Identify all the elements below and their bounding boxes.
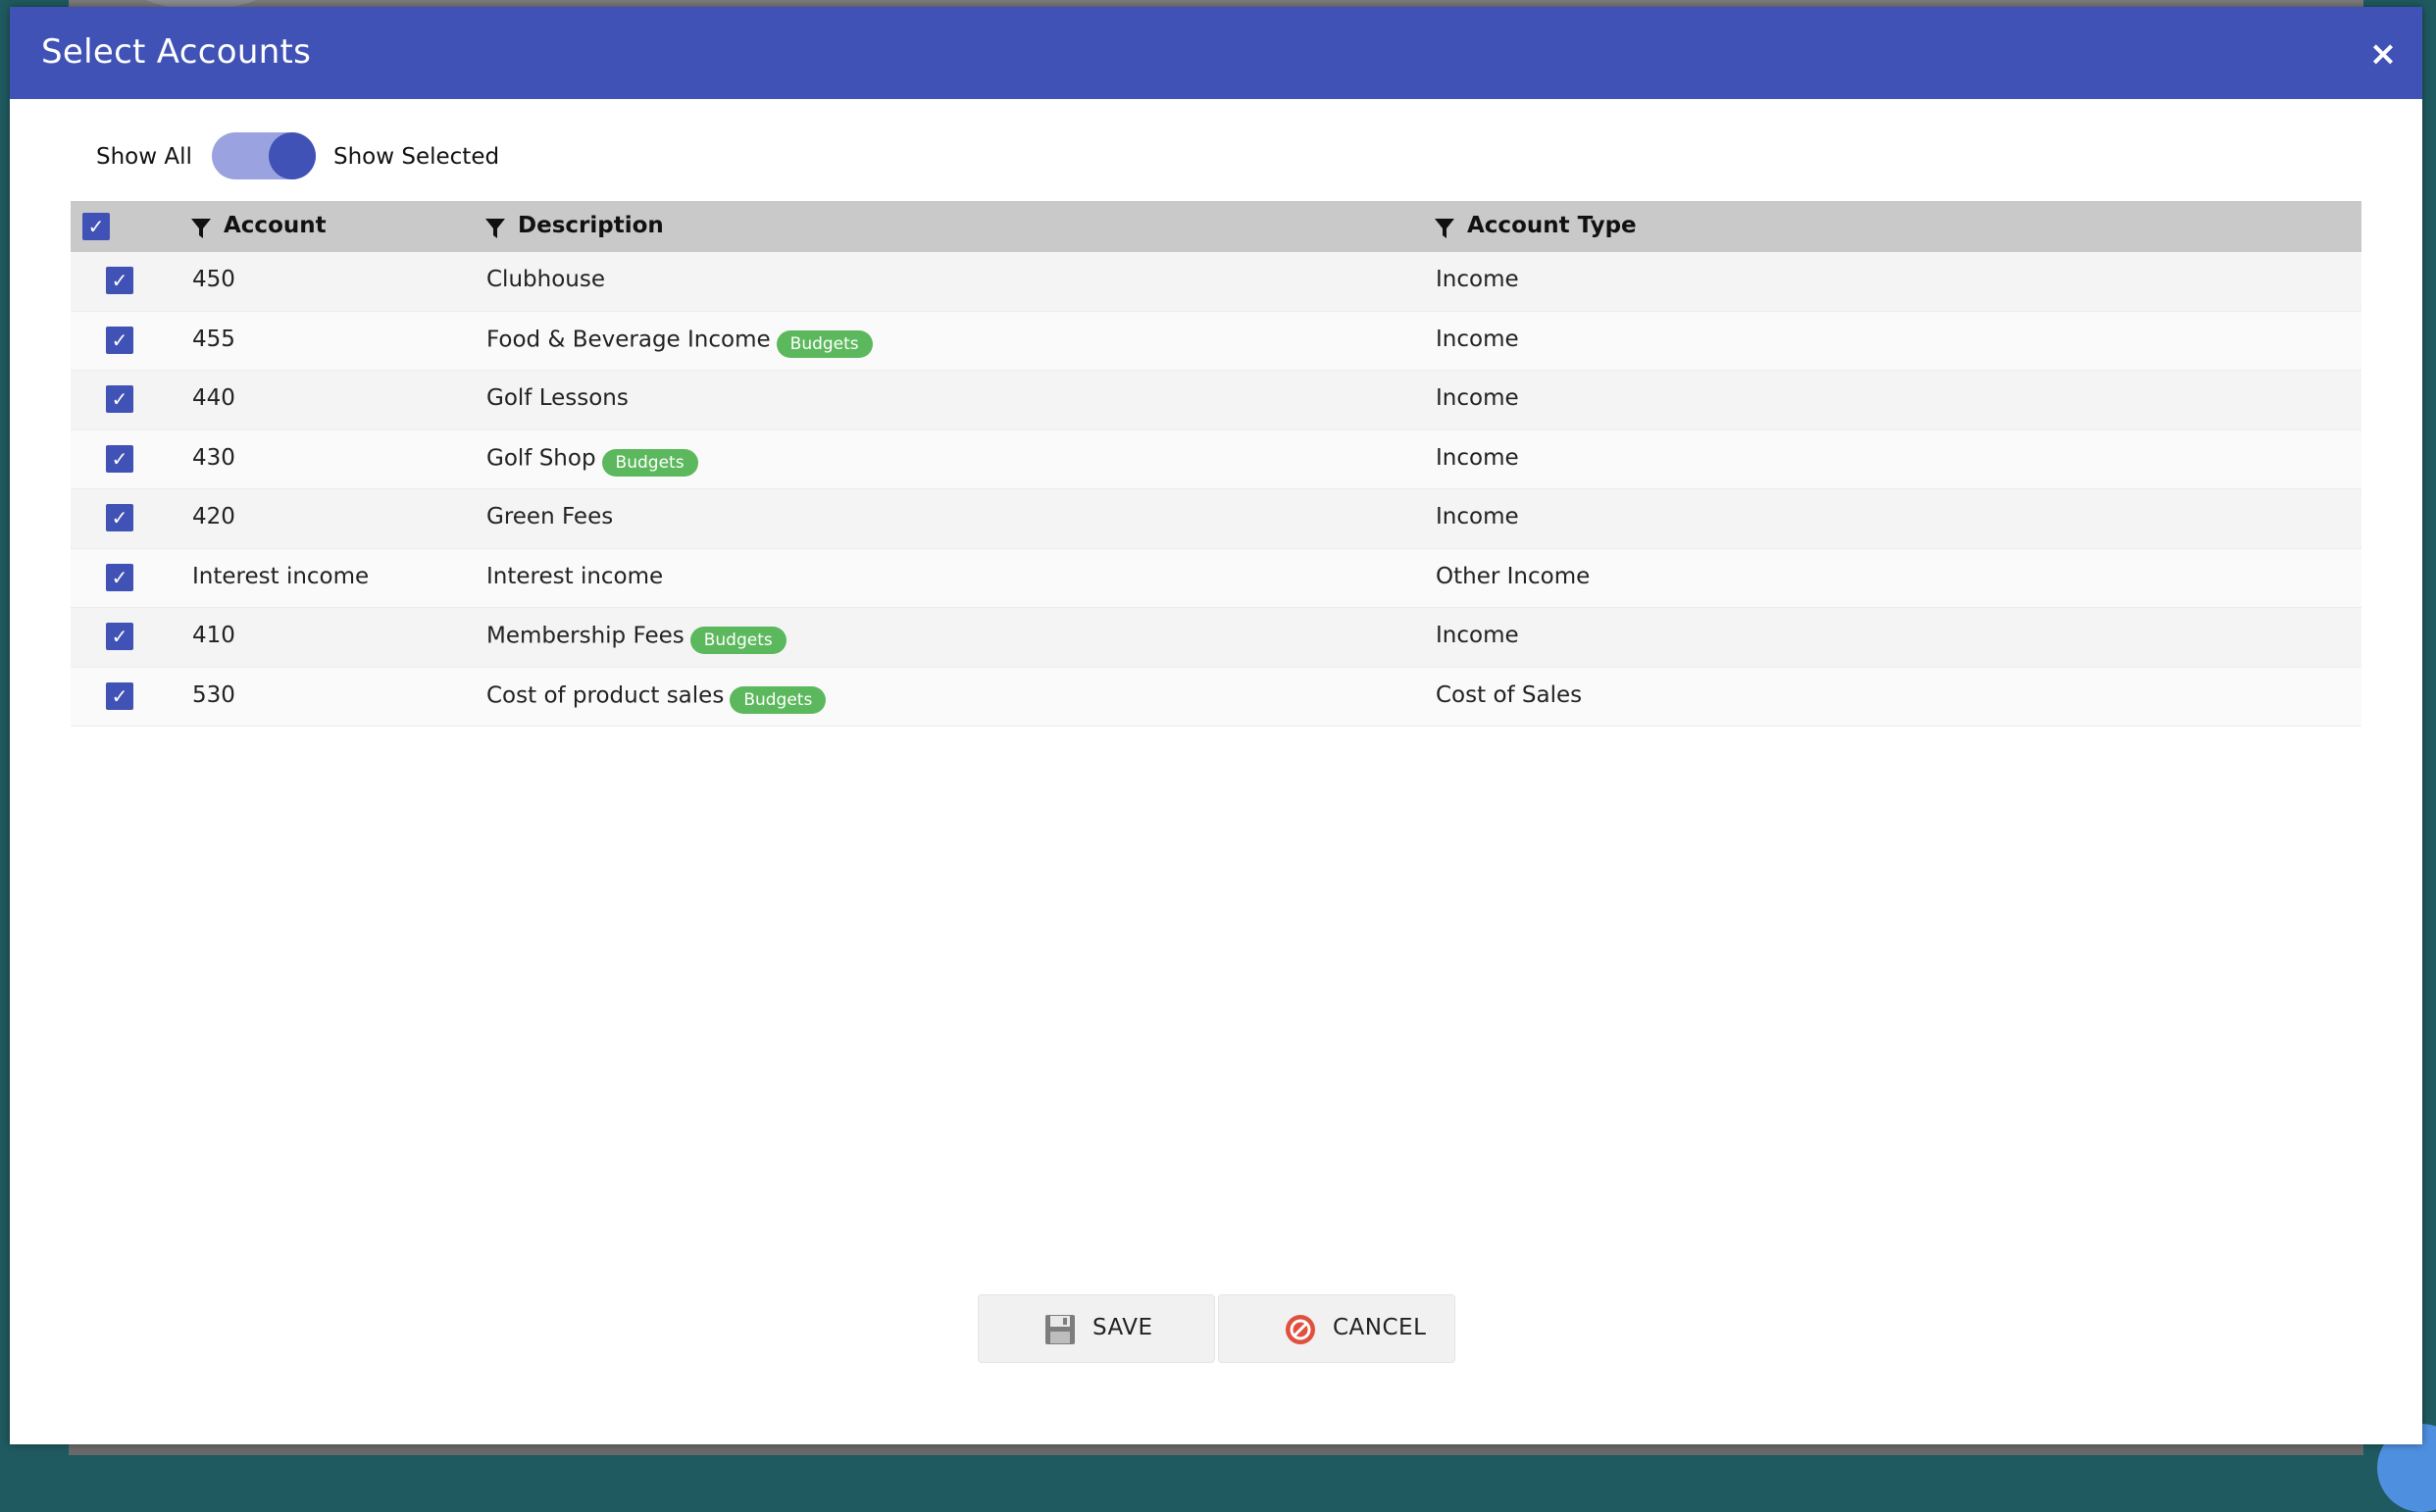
table-row[interactable]: ✓ 455 Food & Beverage Income Budgets Inco…	[71, 311, 2361, 371]
description-cell: Food & Beverage Income Budgets	[486, 327, 873, 358]
description-text: Clubhouse	[486, 267, 605, 292]
row-checkbox[interactable]: ✓	[106, 681, 133, 710]
description-text: Food & Beverage Income	[486, 327, 771, 352]
account-type-cell: Income	[1436, 504, 1519, 529]
table-header-row: ✓ Account Description Account Type	[71, 201, 2361, 252]
account-type-cell: Income	[1436, 623, 1519, 648]
table-row[interactable]: ✓ 530 Cost of product sales Budgets Cost …	[71, 667, 2361, 727]
filter-icon[interactable]	[1434, 217, 1455, 240]
cancel-button[interactable]: CANCEL	[1218, 1294, 1455, 1363]
row-checkbox[interactable]: ✓	[106, 267, 133, 294]
description-cell: Golf Shop Budgets	[486, 445, 698, 477]
description-cell: Clubhouse	[486, 267, 605, 292]
account-cell: 410	[192, 623, 235, 648]
table-row[interactable]: ✓ 420 Green Fees Income	[71, 489, 2361, 549]
column-header-account[interactable]: Account	[224, 213, 327, 238]
description-text: Golf Shop	[486, 445, 596, 471]
row-checkbox[interactable]: ✓	[106, 385, 133, 413]
filter-icon[interactable]	[484, 217, 506, 240]
row-checkbox[interactable]: ✓	[106, 563, 133, 591]
account-cell: 440	[192, 385, 235, 411]
select-accounts-dialog: Select Accounts × Show All Show Selected…	[10, 7, 2422, 1444]
toggle-knob[interactable]	[269, 132, 316, 179]
filter-icon[interactable]	[190, 217, 212, 240]
select-all-checkbox[interactable]: ✓	[82, 213, 110, 240]
show-selected-label[interactable]: Show Selected	[333, 144, 499, 170]
account-cell: 420	[192, 504, 235, 529]
account-cell: 430	[192, 444, 235, 471]
floppy-disk-icon	[1045, 1315, 1075, 1344]
description-text: Green Fees	[486, 504, 614, 529]
account-type-cell: Income	[1436, 267, 1519, 292]
cancel-button-label: CANCEL	[1333, 1315, 1427, 1340]
show-selected-toggle[interactable]	[212, 132, 316, 179]
description-text: Membership Fees	[486, 623, 685, 649]
row-checkbox[interactable]: ✓	[106, 504, 133, 531]
show-all-label[interactable]: Show All	[96, 144, 192, 170]
table-row[interactable]: ✓ 450 Clubhouse Income	[71, 252, 2361, 312]
description-cell: Cost of product sales Budgets	[486, 682, 827, 714]
description-cell: Membership Fees Budgets	[486, 623, 787, 654]
table-row[interactable]: ✓ 430 Golf Shop Budgets Income	[71, 429, 2361, 489]
description-text: Golf Lessons	[486, 385, 629, 411]
account-cell: 530	[192, 681, 235, 708]
save-button[interactable]: SAVE	[978, 1294, 1215, 1363]
account-cell: Interest income	[192, 563, 370, 589]
account-cell: 450	[192, 267, 235, 292]
row-checkbox[interactable]: ✓	[106, 444, 133, 473]
description-cell: Interest income	[486, 564, 663, 589]
table-row[interactable]: ✓ 410 Membership Fees Budgets Income	[71, 608, 2361, 668]
column-header-description[interactable]: Description	[518, 213, 664, 238]
account-type-cell: Income	[1436, 444, 1519, 471]
dialog-title: Select Accounts	[41, 32, 312, 72]
description-cell: Green Fees	[486, 504, 613, 529]
dialog-header: Select Accounts ×	[10, 7, 2422, 99]
table-row[interactable]: ✓ 440 Golf Lessons Income	[71, 371, 2361, 430]
accounts-table: ✓ Account Description Account Type ✓ 450…	[71, 201, 2361, 727]
account-type-cell: Income	[1436, 385, 1519, 411]
description-cell: Golf Lessons	[486, 385, 629, 411]
account-cell: 455	[192, 326, 235, 352]
row-checkbox[interactable]: ✓	[106, 326, 133, 354]
budgets-badge: Budgets	[689, 627, 787, 654]
budgets-badge: Budgets	[730, 685, 827, 714]
table-row[interactable]: ✓ Interest income Interest income Other …	[71, 548, 2361, 608]
save-button-label: SAVE	[1092, 1315, 1153, 1340]
account-type-cell: Cost of Sales	[1436, 681, 1583, 708]
account-type-cell: Other Income	[1436, 563, 1591, 589]
column-header-account-type[interactable]: Account Type	[1467, 213, 1637, 238]
close-icon[interactable]: ×	[2363, 34, 2403, 74]
account-type-cell: Income	[1436, 326, 1519, 352]
budgets-badge: Budgets	[776, 329, 873, 358]
cancel-circle-icon	[1286, 1315, 1315, 1344]
description-text: Interest income	[486, 563, 664, 589]
row-checkbox[interactable]: ✓	[106, 623, 133, 650]
budgets-badge: Budgets	[601, 448, 698, 477]
description-text: Cost of product sales	[486, 682, 725, 708]
